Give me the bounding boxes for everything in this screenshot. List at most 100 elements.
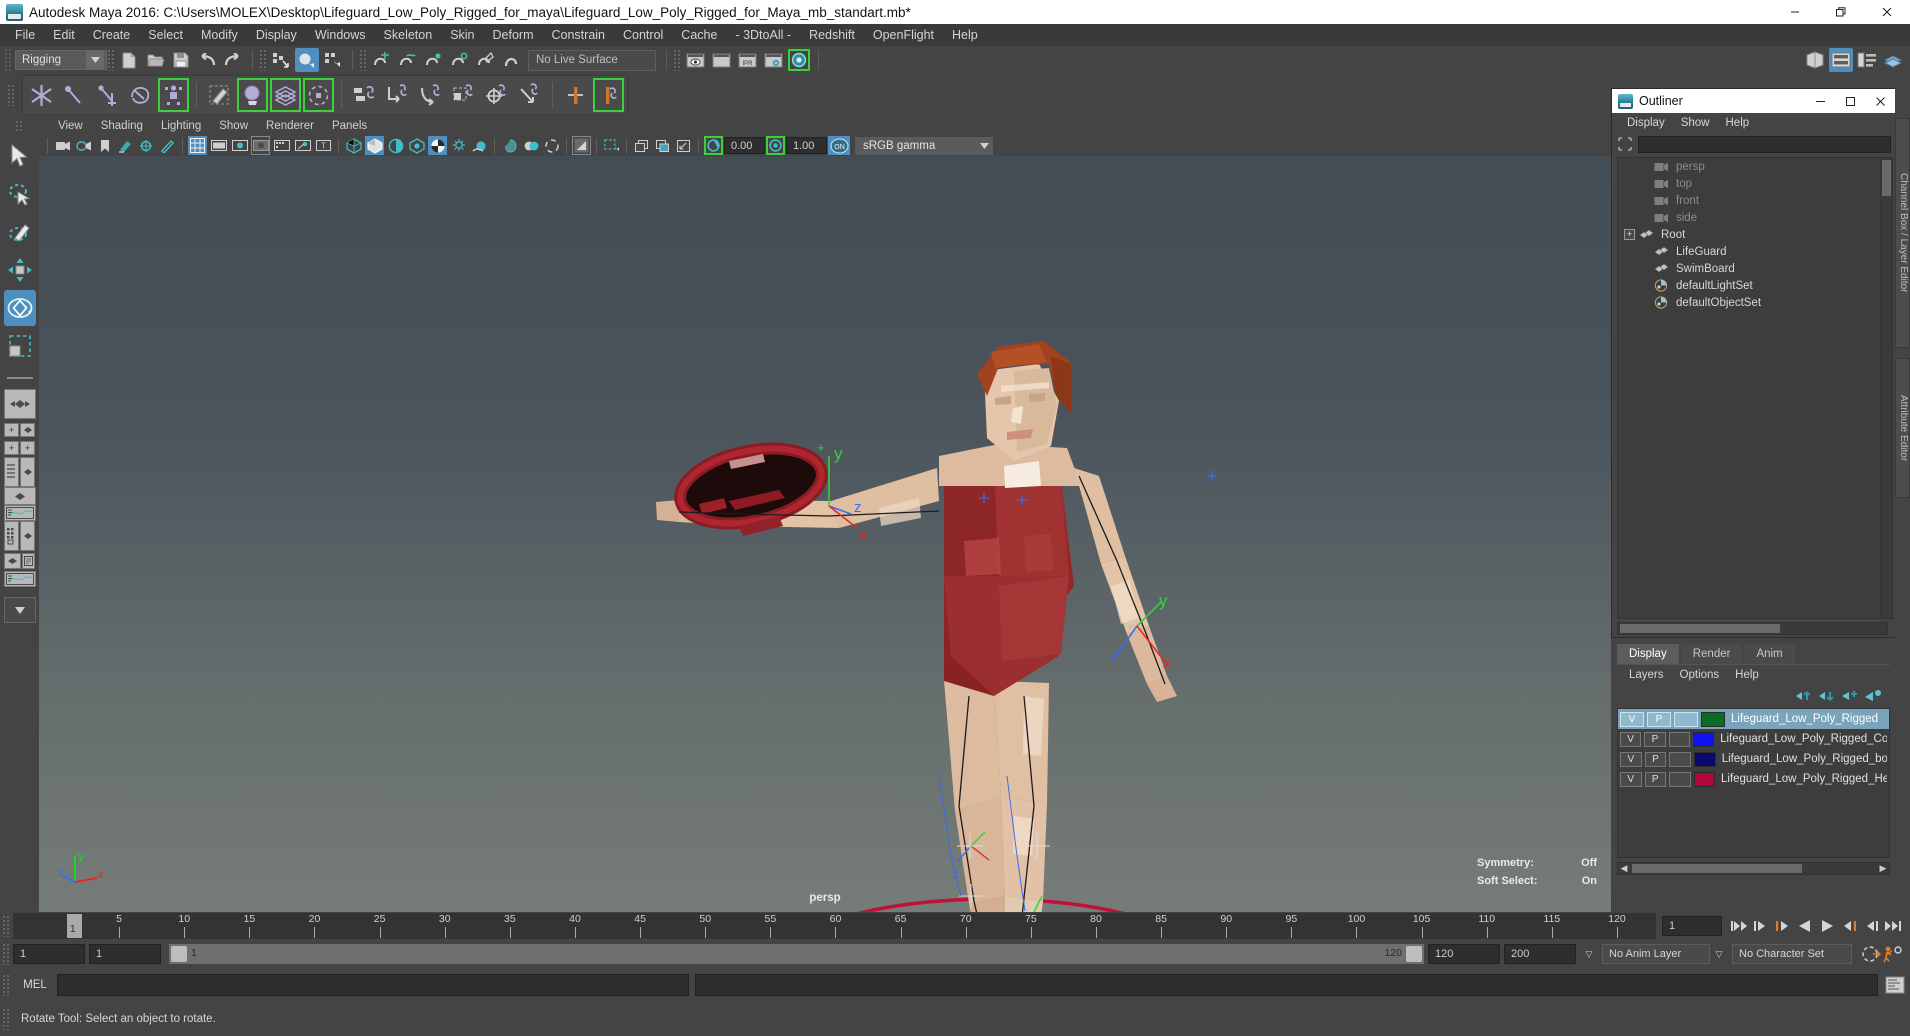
gamma-icon[interactable] <box>766 136 785 155</box>
play-forwards-icon[interactable] <box>1816 915 1838 937</box>
select-camera-icon[interactable] <box>53 136 72 155</box>
vp-menu-shading[interactable]: Shading <box>92 119 152 133</box>
status-grip-4[interactable] <box>673 49 682 71</box>
duplicate-view-icon[interactable] <box>632 136 651 155</box>
animation-preferences-icon[interactable] <box>1882 943 1904 965</box>
outliner-horizontal-scrollbar[interactable] <box>1617 622 1888 635</box>
layer-visibility-toggle[interactable]: V <box>1620 751 1642 767</box>
persp-graph-outliner-layout[interactable] <box>4 553 35 569</box>
create-ik-handle-icon[interactable] <box>59 78 90 112</box>
snap-to-projected-center-icon[interactable] <box>447 48 471 72</box>
four-view-layout[interactable]: + <box>4 423 35 437</box>
range-slider-grip[interactable] <box>2 943 11 965</box>
create-ik-spline-handle-icon[interactable] <box>92 78 123 112</box>
anim-layer-selector[interactable]: No Anim Layer <box>1602 944 1710 964</box>
tab-display[interactable]: Display <box>1617 644 1679 664</box>
xray-active-icon[interactable] <box>602 136 621 155</box>
close-button[interactable] <box>1864 0 1910 24</box>
menu-display[interactable]: Display <box>247 26 306 44</box>
undo-icon[interactable] <box>195 48 219 72</box>
multisample-icon[interactable] <box>521 136 540 155</box>
outliner-item-lifeguard[interactable]: LifeGuard <box>1618 243 1887 260</box>
render-settings-icon[interactable] <box>761 48 785 72</box>
shaded-wireframe-icon[interactable] <box>386 136 405 155</box>
color-management-toggle-icon[interactable]: ON <box>828 136 850 155</box>
outliner-minimize-button[interactable] <box>1805 89 1835 113</box>
scale-tool[interactable] <box>4 328 36 364</box>
layer-visibility-toggle[interactable]: V <box>1620 771 1642 787</box>
maximize-restore-button[interactable] <box>1818 0 1864 24</box>
new-layer-icon[interactable] <box>1842 689 1859 702</box>
wireframe-icon[interactable] <box>344 136 363 155</box>
current-frame-field[interactable]: 1 <box>1662 916 1722 936</box>
layer-display-type-toggle[interactable] <box>1669 771 1691 787</box>
minimize-button[interactable] <box>1772 0 1818 24</box>
shelf-grip[interactable] <box>0 75 22 115</box>
step-back-key-icon[interactable] <box>1772 915 1794 937</box>
chevron-down-icon[interactable] <box>86 51 104 69</box>
toolbox-grip[interactable] <box>15 120 24 132</box>
shadows-icon[interactable] <box>449 136 468 155</box>
layer-playback-toggle[interactable]: P <box>1644 731 1666 747</box>
redo-icon[interactable] <box>221 48 245 72</box>
range-start-handle[interactable] <box>171 946 187 962</box>
range-end-handle[interactable] <box>1406 946 1422 962</box>
grease-pencil-icon[interactable] <box>158 136 177 155</box>
graph-editor-layout[interactable] <box>3 505 36 521</box>
open-scene-icon[interactable] <box>143 48 167 72</box>
hypershade-icon[interactable] <box>787 48 811 72</box>
vp-menu-view[interactable]: View <box>49 119 92 133</box>
playback-start-time-field[interactable]: 1 <box>89 944 161 964</box>
grid-icon[interactable] <box>188 136 207 155</box>
snap-to-point-icon[interactable] <box>421 48 445 72</box>
graph-editor-layout-2[interactable] <box>3 571 36 587</box>
use-all-lights-icon[interactable] <box>428 136 447 155</box>
expand-toggle-icon[interactable]: + <box>1624 229 1635 240</box>
command-language-label[interactable]: MEL <box>13 979 57 991</box>
script-editor-icon[interactable] <box>1882 974 1908 996</box>
go-to-start-icon[interactable] <box>1728 915 1750 937</box>
layer-menu-options[interactable]: Options <box>1672 668 1728 682</box>
menu-help[interactable]: Help <box>943 26 987 44</box>
menu-file[interactable]: File <box>6 26 44 44</box>
smooth-shade-icon[interactable] <box>365 136 384 155</box>
menu-skin[interactable]: Skin <box>441 26 483 44</box>
hardware-texturing-icon[interactable] <box>407 136 426 155</box>
auto-key-icon[interactable] <box>1860 943 1882 965</box>
xray-joints-icon[interactable] <box>293 136 312 155</box>
two-d-pan-zoom-icon[interactable] <box>137 136 156 155</box>
outliner-vertical-scrollbar[interactable] <box>1880 157 1893 619</box>
select-by-hierarchy-icon[interactable] <box>269 48 293 72</box>
status-line-grip[interactable] <box>4 48 12 72</box>
status-grip-1[interactable] <box>107 49 116 71</box>
outliner-menu-help[interactable]: Help <box>1718 116 1758 130</box>
layer-color-swatch[interactable] <box>1694 751 1716 767</box>
layer-playback-toggle[interactable]: P <box>1644 771 1666 787</box>
time-slider-grip[interactable] <box>2 915 11 937</box>
exposure-icon[interactable] <box>704 136 723 155</box>
outliner-search-input[interactable] <box>1638 135 1891 153</box>
layer-playback-toggle[interactable]: P <box>1644 751 1667 767</box>
tab-anim[interactable]: Anim <box>1744 644 1795 664</box>
range-bar[interactable]: 1 120 <box>169 944 1424 964</box>
filter-icon[interactable] <box>1616 135 1634 153</box>
mirror-joint-icon[interactable] <box>560 78 591 112</box>
outliner-item-persp[interactable]: persp <box>1618 158 1887 175</box>
layer-color-swatch[interactable] <box>1701 711 1725 727</box>
current-time-indicator[interactable]: 1 <box>67 914 82 938</box>
scroll-right-arrow-icon[interactable]: ▶ <box>1877 863 1889 874</box>
interactive-bind-icon[interactable] <box>270 78 301 112</box>
layer-row[interactable]: V P Lifeguard_Low_Poly_Rigged_bones <box>1618 749 1889 769</box>
outliner-item-front[interactable]: front <box>1618 192 1887 209</box>
layer-color-swatch[interactable] <box>1692 731 1715 747</box>
outliner-item-root[interactable]: + Root <box>1618 226 1887 243</box>
pole-vector-constraint-icon[interactable] <box>514 78 545 112</box>
new-layer-from-selected-icon[interactable] <box>1865 689 1882 702</box>
color-management-selector[interactable]: sRGB gamma <box>855 136 993 155</box>
play-backwards-icon[interactable] <box>1794 915 1816 937</box>
scale-constraint-icon[interactable] <box>448 78 479 112</box>
perspective-viewport[interactable]: y z x + y z x + z persp Symmetry: Off So… <box>39 156 1611 912</box>
menu-deform[interactable]: Deform <box>484 26 543 44</box>
create-joint-icon[interactable] <box>26 78 57 112</box>
vp-menu-panels[interactable]: Panels <box>323 119 376 133</box>
